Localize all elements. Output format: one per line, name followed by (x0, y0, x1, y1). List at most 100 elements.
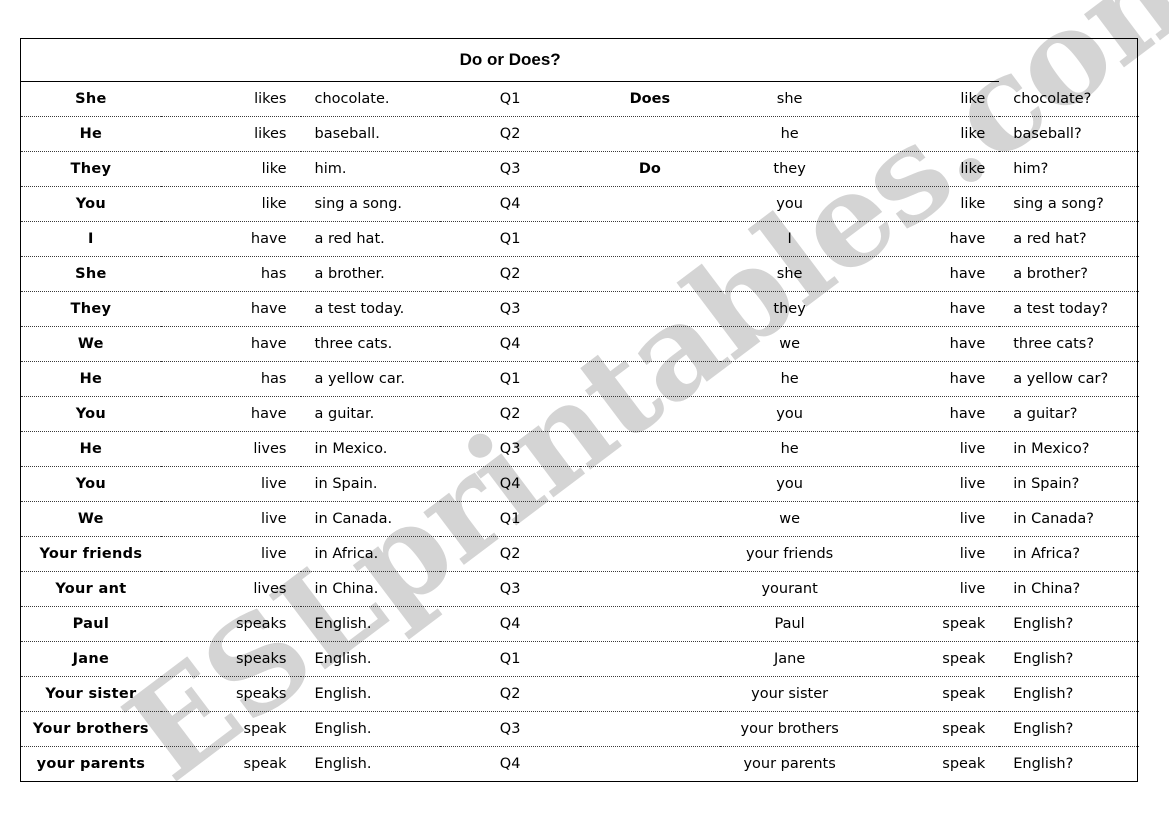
cell-question-number: Q2 (440, 116, 580, 152)
cell-answer[interactable] (580, 361, 720, 397)
cell-answer[interactable]: Does (580, 81, 720, 117)
cell-answer[interactable] (580, 676, 720, 712)
cell-question-number: Q4 (440, 186, 580, 222)
cell-verb: has (160, 361, 301, 397)
cell-question-verb: speak (859, 606, 1000, 642)
cell-answer[interactable] (580, 291, 720, 327)
table-row: You live in Spain. Q4 you live in Spain? (21, 466, 1139, 502)
cell-subject: She (21, 81, 161, 117)
cell-question-object: sing a song? (999, 186, 1139, 222)
cell-answer[interactable] (580, 326, 720, 362)
cell-question-subject: I (719, 221, 860, 257)
cell-question-number: Q1 (440, 81, 580, 117)
cell-subject: Your friends (21, 536, 161, 572)
cell-question-subject: your brothers (719, 711, 860, 747)
cell-object: a red hat. (300, 221, 441, 257)
cell-object: a brother. (300, 256, 441, 292)
cell-object: in Mexico. (300, 431, 441, 467)
cell-subject: You (21, 466, 161, 502)
cell-verb: live (160, 536, 301, 572)
cell-question-subject: you (719, 186, 860, 222)
cell-question-verb: live (859, 501, 1000, 537)
cell-question-verb: have (859, 361, 1000, 397)
cell-object: in Spain. (300, 466, 441, 502)
cell-question-subject: she (719, 81, 860, 117)
cell-verb: have (160, 326, 301, 362)
cell-question-object: in Spain? (999, 466, 1139, 502)
cell-answer[interactable] (580, 221, 720, 257)
cell-verb: live (160, 501, 301, 537)
cell-question-object: a guitar? (999, 396, 1139, 432)
cell-object: sing a song. (300, 186, 441, 222)
cell-verb: speaks (160, 606, 301, 642)
table-row: Jane speaks English. Q1 Jane speak English? (21, 641, 1139, 677)
table-row: You have a guitar. Q2 you have a guitar? (21, 396, 1139, 432)
cell-object: a test today. (300, 291, 441, 327)
cell-question-number: Q2 (440, 536, 580, 572)
cell-answer[interactable] (580, 606, 720, 642)
cell-verb: likes (160, 116, 301, 152)
cell-answer[interactable] (580, 536, 720, 572)
cell-subject: Your ant (21, 571, 161, 607)
cell-subject: They (21, 291, 161, 327)
cell-verb: live (160, 466, 301, 502)
cell-question-subject: yourant (719, 571, 860, 607)
cell-subject: He (21, 116, 161, 152)
cell-answer[interactable] (580, 256, 720, 292)
cell-object: English. (300, 711, 441, 747)
cell-question-verb: like (859, 151, 1000, 187)
table-row: Ihave a red hat. Q1 Ihave a red hat? (21, 221, 1139, 257)
cell-question-object: a test today? (999, 291, 1139, 327)
cell-answer[interactable] (580, 186, 720, 222)
table-body: She likes chocolate. Q1 Does she like chocolate… (21, 81, 1139, 782)
cell-question-number: Q2 (440, 676, 580, 712)
cell-question-object: English? (999, 641, 1139, 677)
cell-answer[interactable] (580, 571, 720, 607)
cell-question-object: three cats? (999, 326, 1139, 362)
table-row: He lives in Mexico. Q3 he live in Mexico? (21, 431, 1139, 467)
cell-answer[interactable] (580, 396, 720, 432)
cell-answer[interactable] (580, 466, 720, 502)
table-row: You like sing a song. Q4 you like sing a song? (21, 186, 1139, 222)
cell-subject: They (21, 151, 161, 187)
cell-question-number: Q1 (440, 221, 580, 257)
cell-question-number: Q3 (440, 711, 580, 747)
cell-question-object: him? (999, 151, 1139, 187)
cell-question-object: chocolate? (999, 81, 1139, 117)
cell-question-verb: like (859, 81, 1000, 117)
cell-question-subject: your friends (719, 536, 860, 572)
table-row: your parents speak English. Q4 your parents s… (21, 747, 1139, 782)
cell-answer[interactable] (580, 711, 720, 747)
table-row: They like him. Q3 Do they like him? (21, 151, 1139, 187)
cell-object: in Africa. (300, 536, 441, 572)
cell-question-subject: Jane (719, 641, 860, 677)
cell-verb: speak (243, 756, 287, 772)
cell-question-number: Q4 (440, 606, 580, 642)
cell-verb: has (160, 256, 301, 292)
cell-answer[interactable] (580, 501, 720, 537)
table-row: She has a brother. Q2 she have a brother? (21, 256, 1139, 292)
cell-answer[interactable] (580, 747, 720, 782)
cell-question-subject: he (719, 361, 860, 397)
cell-subject: I (21, 221, 161, 257)
cell-question-verb: like (859, 116, 1000, 152)
cell-question-verb: have (859, 291, 1000, 327)
cell-object: in China. (300, 571, 441, 607)
cell-question-object: in Mexico? (999, 431, 1139, 467)
cell-question-verb: speak (942, 756, 986, 772)
cell-subject: Jane (21, 641, 161, 677)
cell-answer[interactable] (580, 116, 720, 152)
page-title: Do or Does? (21, 39, 1000, 82)
cell-question-subject: she (719, 256, 860, 292)
cell-question-object: baseball? (999, 116, 1139, 152)
cell-answer[interactable] (580, 641, 720, 677)
cell-answer[interactable] (580, 431, 720, 467)
cell-answer[interactable]: Do (580, 151, 720, 187)
cell-verb: have (160, 396, 301, 432)
cell-question-object: English? (999, 711, 1139, 747)
cell-verb: speaks (160, 676, 301, 712)
cell-question-number: Q4 (440, 466, 580, 502)
cell-question-object: English? (999, 606, 1139, 642)
cell-question-verb: have (859, 326, 1000, 362)
cell-question-verb: live (859, 571, 1000, 607)
